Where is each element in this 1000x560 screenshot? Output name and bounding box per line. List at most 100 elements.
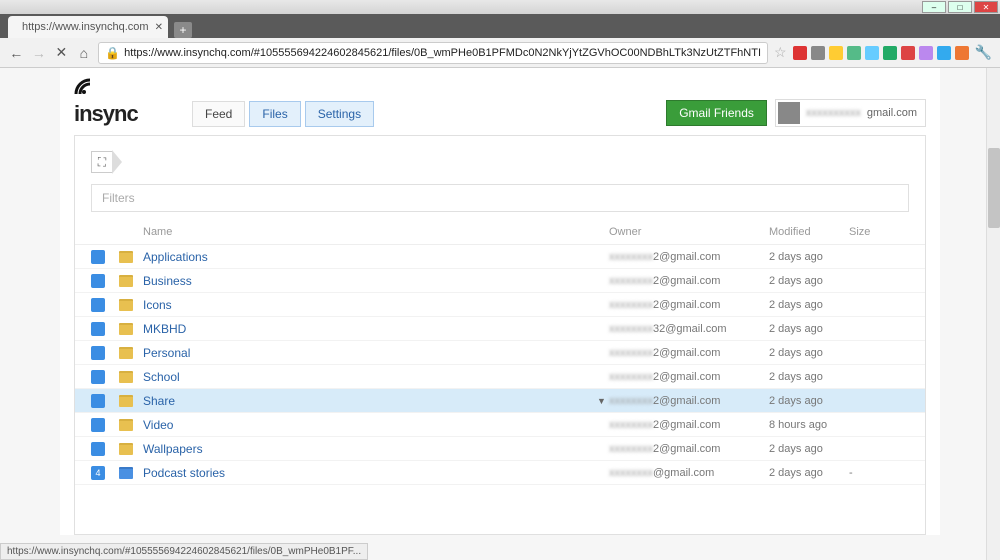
main-panel: ⛶ Filters Name Owner Modified Size Appli…	[74, 135, 926, 535]
window-maximize-button[interactable]: □	[948, 1, 972, 13]
tab-feed[interactable]: Feed	[192, 101, 245, 127]
extension-icon[interactable]	[901, 46, 915, 60]
file-name: Share	[143, 394, 175, 408]
table-row[interactable]: Business xxxxxxxx2@gmail.com2 days ago	[75, 269, 925, 293]
file-name: Icons	[143, 298, 172, 312]
nav-stop-button[interactable]: ✕	[53, 44, 70, 62]
app-tabs: Feed Files Settings	[192, 101, 374, 127]
row-count-badge	[91, 274, 105, 288]
extension-icon[interactable]	[793, 46, 807, 60]
nav-home-button[interactable]: ⌂	[76, 44, 93, 62]
file-owner: xxxxxxxx2@gmail.com	[609, 347, 769, 359]
wrench-icon[interactable]: 🔧	[975, 44, 992, 62]
extension-icon[interactable]	[955, 46, 969, 60]
file-modified: 2 days ago	[769, 467, 849, 479]
file-name: Podcast stories	[143, 466, 225, 480]
gmail-friends-button[interactable]: Gmail Friends	[666, 100, 767, 126]
file-modified: 2 days ago	[769, 299, 849, 311]
window-minimize-button[interactable]: –	[922, 1, 946, 13]
table-row[interactable]: 4Podcast storiesxxxxxxxx@gmail.com2 days…	[75, 461, 925, 485]
col-owner[interactable]: Owner	[609, 226, 769, 238]
file-modified: 8 hours ago	[769, 419, 849, 431]
file-modified: 2 days ago	[769, 347, 849, 359]
row-count-badge	[91, 346, 105, 360]
header-right: Gmail Friends xxxxxxxxxxgmail.com	[666, 99, 926, 127]
table-row[interactable]: Wallpapersxxxxxxxx2@gmail.com2 days ago	[75, 437, 925, 461]
filters-input[interactable]: Filters	[91, 184, 909, 212]
tab-files[interactable]: Files	[249, 101, 300, 127]
extension-icon[interactable]	[811, 46, 825, 60]
table-row[interactable]: Videoxxxxxxxx2@gmail.com8 hours ago	[75, 413, 925, 437]
file-name: Business	[143, 274, 192, 288]
status-bar: https://www.insynchq.com/#10555569422460…	[0, 543, 368, 560]
file-owner: xxxxxxxx2@gmail.com	[609, 275, 769, 287]
col-name[interactable]: Name	[143, 226, 609, 238]
file-owner: xxxxxxxx2@gmail.com	[609, 371, 769, 383]
extension-icon[interactable]	[883, 46, 897, 60]
document-icon	[119, 467, 133, 479]
file-owner: xxxxxxxx@gmail.com	[609, 467, 769, 479]
extension-icon[interactable]	[865, 46, 879, 60]
row-count-badge	[91, 250, 105, 264]
browser-window: – □ ✕ https://www.insynchq.com ✕ + ← → ✕…	[0, 0, 1000, 560]
file-name: Applications	[143, 250, 208, 264]
app-logo[interactable]: insync	[74, 78, 184, 127]
table-row[interactable]: Iconsxxxxxxxx2@gmail.com2 days ago	[75, 293, 925, 317]
row-count-badge	[91, 418, 105, 432]
user-email: gmail.com	[867, 107, 917, 119]
user-menu[interactable]: xxxxxxxxxxgmail.com	[775, 99, 926, 127]
file-modified: 2 days ago	[769, 323, 849, 335]
extension-icon[interactable]	[847, 46, 861, 60]
tab-title: https://www.insynchq.com	[22, 21, 149, 33]
extension-icon[interactable]	[919, 46, 933, 60]
tab-close-icon[interactable]: ✕	[155, 22, 163, 33]
col-modified[interactable]: Modified	[769, 226, 849, 238]
logo-icon	[74, 78, 184, 101]
table-row[interactable]: School xxxxxxxx2@gmail.com2 days ago	[75, 365, 925, 389]
file-modified: 2 days ago	[769, 443, 849, 455]
scrollbar-thumb[interactable]	[988, 148, 1000, 228]
folder-icon	[119, 395, 133, 407]
extension-icons	[793, 46, 969, 60]
file-name: Wallpapers	[143, 442, 203, 456]
file-name: MKBHD	[143, 322, 186, 336]
row-count-badge	[91, 370, 105, 384]
window-close-button[interactable]: ✕	[974, 1, 998, 13]
folder-icon	[119, 443, 133, 455]
window-titlebar: – □ ✕	[0, 0, 1000, 14]
breadcrumb: ⛶	[91, 150, 909, 174]
scrollbar[interactable]	[986, 68, 1000, 560]
tab-settings[interactable]: Settings	[305, 101, 374, 127]
table-row[interactable]: Share▼xxxxxxxx2@gmail.com2 days ago	[75, 389, 925, 413]
file-owner: xxxxxxxx2@gmail.com	[609, 251, 769, 263]
file-owner: xxxxxxxx2@gmail.com	[609, 419, 769, 431]
col-size[interactable]: Size	[849, 226, 909, 238]
folder-icon	[119, 371, 133, 383]
folder-icon	[119, 347, 133, 359]
avatar	[778, 102, 800, 124]
folder-icon	[119, 251, 133, 263]
breadcrumb-home-button[interactable]: ⛶	[91, 151, 113, 173]
nav-back-button[interactable]: ←	[8, 44, 25, 62]
star-icon[interactable]: ☆	[774, 44, 787, 61]
file-name: School	[143, 370, 180, 384]
table-row[interactable]: Personalxxxxxxxx2@gmail.com2 days ago	[75, 341, 925, 365]
table-row[interactable]: MKBHDxxxxxxxx32@gmail.com2 days ago	[75, 317, 925, 341]
file-modified: 2 days ago	[769, 251, 849, 263]
browser-tab[interactable]: https://www.insynchq.com ✕	[8, 16, 168, 38]
chevron-right-icon	[112, 150, 122, 174]
row-count-badge	[91, 322, 105, 336]
nav-forward-button[interactable]: →	[31, 44, 48, 62]
row-count-badge	[91, 394, 105, 408]
new-tab-button[interactable]: +	[174, 22, 192, 38]
extension-icon[interactable]	[829, 46, 843, 60]
table-header: Name Owner Modified Size	[75, 220, 925, 245]
file-owner: xxxxxxxx2@gmail.com	[609, 395, 769, 407]
file-modified: 2 days ago	[769, 275, 849, 287]
row-menu-icon[interactable]: ▼	[597, 396, 609, 406]
folder-icon	[119, 275, 133, 287]
file-modified: 2 days ago	[769, 371, 849, 383]
table-row[interactable]: Applications xxxxxxxx2@gmail.com2 days ag…	[75, 245, 925, 269]
extension-icon[interactable]	[937, 46, 951, 60]
url-bar[interactable]: 🔒 https://www.insynchq.com/#105555694224…	[98, 42, 768, 64]
